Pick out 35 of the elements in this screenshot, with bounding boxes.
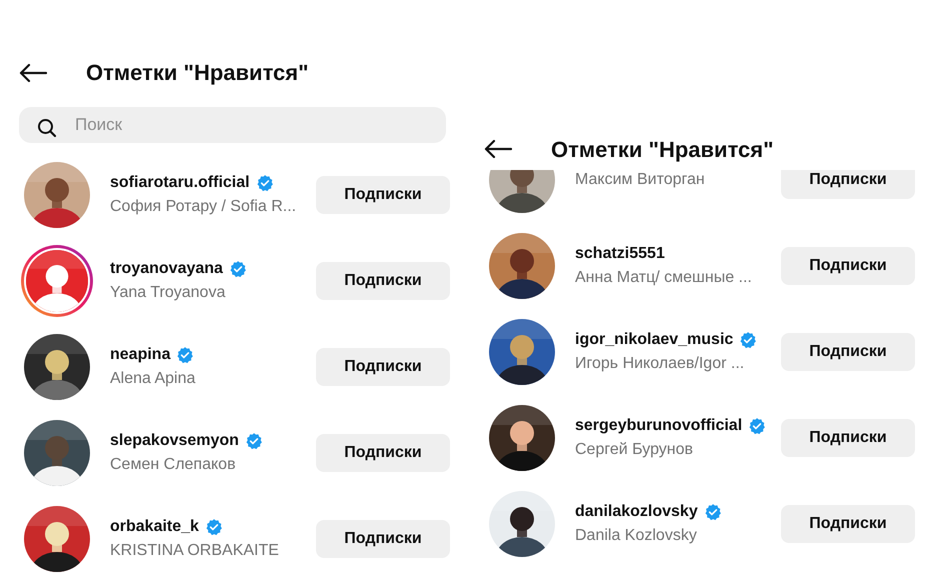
back-arrow-icon[interactable] (484, 139, 512, 159)
following-button[interactable]: Подписки (316, 348, 450, 386)
following-button[interactable]: Подписки (781, 505, 915, 543)
following-button[interactable]: Подписки (781, 170, 915, 199)
username[interactable]: igor_nikolaev_music (575, 328, 734, 352)
page-title: Отметки "Нравится" (86, 59, 309, 87)
following-button[interactable]: Подписки (316, 176, 450, 214)
display-name: София Ротару / Sofia R... (110, 197, 298, 217)
username[interactable]: slepakovsemyon (110, 429, 239, 453)
following-button[interactable]: Подписки (781, 419, 915, 457)
search-field[interactable]: Поиск (19, 107, 446, 143)
display-name: Danila Kozlovsky (575, 526, 698, 546)
display-name: Сергей Бурунов (575, 440, 694, 460)
display-name: Анна Матц/ смешные ... (575, 268, 753, 288)
display-name: Yana Troyanova (110, 283, 226, 303)
username[interactable]: danilakozlovsky (575, 500, 698, 524)
username[interactable]: sofiarotaru.official (110, 171, 250, 195)
username[interactable]: sergeyburunovofficial (575, 414, 742, 438)
display-name: Игорь Николаев/Igor ... (575, 354, 746, 374)
username[interactable]: orbakaite_k (110, 515, 199, 539)
username[interactable]: schatzi5551 (575, 242, 665, 266)
following-button[interactable]: Подписки (316, 434, 450, 472)
page-title: Отметки "Нравится" (551, 136, 774, 164)
display-name: KRISTINA ORBAKAITE (110, 541, 280, 561)
display-name: Максим Виторган (575, 170, 706, 190)
display-name: Alena Apina (110, 369, 196, 389)
username[interactable]: neapina (110, 343, 170, 367)
following-button[interactable]: Подписки (781, 247, 915, 285)
search-icon (37, 118, 57, 138)
following-button[interactable]: Подписки (781, 333, 915, 371)
username[interactable]: troyanovayana (110, 257, 223, 281)
display-name: Семен Слепаков (110, 455, 237, 475)
following-button[interactable]: Подписки (316, 262, 450, 300)
back-arrow-icon[interactable] (19, 62, 47, 82)
following-button[interactable]: Подписки (316, 520, 450, 558)
